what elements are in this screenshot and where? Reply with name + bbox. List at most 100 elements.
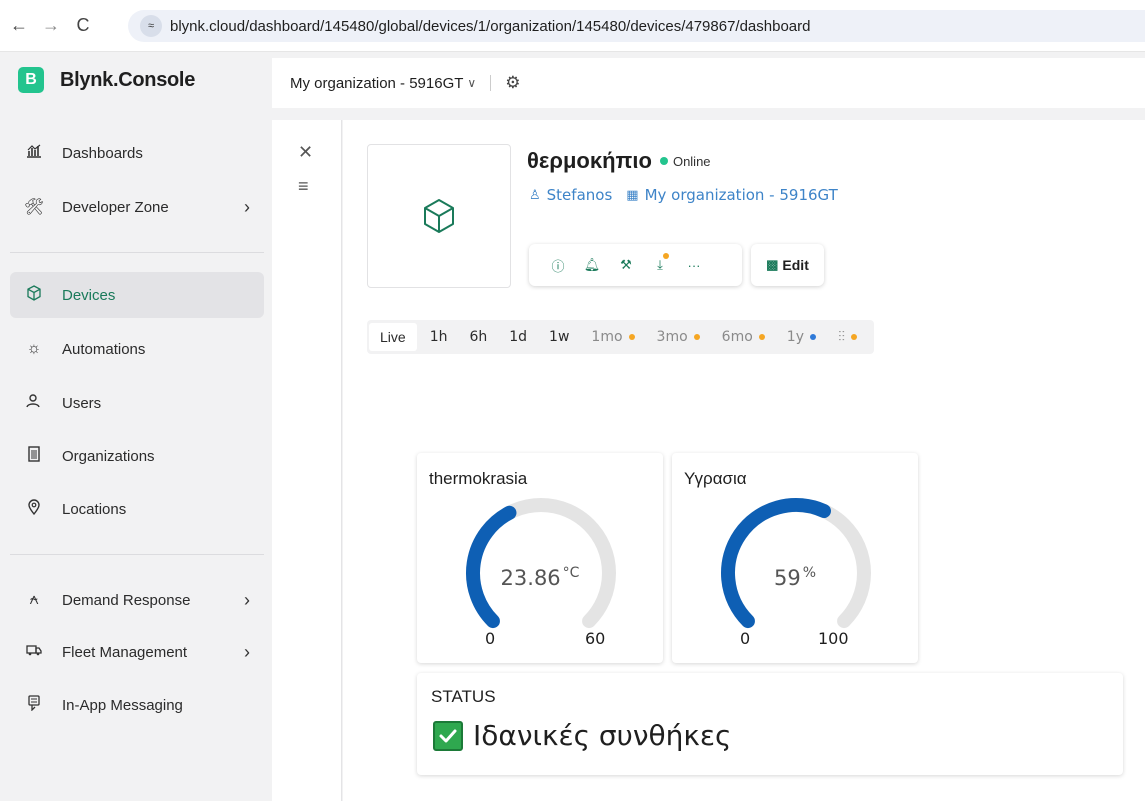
truck-icon [22,643,46,661]
sidebar-item-label: Demand Response [62,591,191,609]
sidebar-item-label: Devices [62,286,116,304]
gauge-widget-humidity[interactable]: Υγρασια 59% 0 100 [672,453,918,663]
range-label: 6mo [721,329,753,345]
chevron-right-icon: › [244,641,250,662]
premium-dot [809,334,816,340]
sidebar-item-users[interactable]: Users [10,380,264,426]
demand-response-icon: ⍲ [29,591,39,608]
sidebar-item-label: In-App Messaging [62,696,183,714]
tools-icon[interactable]: ⚒ [609,257,643,273]
gauge-max: 60 [585,629,606,648]
status-widget[interactable]: STATUS Ιδανικές συνθήκες [417,673,1123,775]
device-status: Online [672,153,711,169]
device-header: θερμοκήπιο Online [527,148,711,174]
sidebar-item-label: Dashboards [62,144,143,162]
sidebar: B Blynk.Console Dashboards 🛠 Developer Z… [0,52,272,801]
dashboard-icon [22,144,46,163]
sidebar-item-automations[interactable]: ☼ Automations [10,326,264,372]
device-meta: ♙ Stefanos ▦ My organization - 5916GT [529,186,838,204]
device-dashboard: θερμοκήπιο Online ♙ Stefanos ▦ My organi… [343,120,1145,801]
time-range-live[interactable]: Live [369,323,417,351]
device-organization[interactable]: My organization - 5916GT [645,186,838,204]
time-range-6mo[interactable]: 6mo [711,323,776,351]
sliders-icon: ⫶⫶ [837,329,845,345]
device-owner[interactable]: Stefanos [547,186,613,204]
time-range-1w[interactable]: 1w [538,323,580,351]
sidebar-item-in-app-messaging[interactable]: In-App Messaging [10,682,264,728]
sidebar-item-label: Organizations [62,447,155,465]
gauge-min: 0 [740,629,751,648]
premium-dot [850,334,857,340]
widget-title: thermokrasia [429,469,528,488]
browser-toolbar: ← → C ≈ blynk.cloud/dashboard/145480/glo… [0,0,1145,52]
sidebar-item-devices[interactable]: Devices [10,272,264,318]
edit-icon: ▩ [766,257,779,272]
header-bar: My organization - 5916GT ∨ ⚙ [272,58,1145,108]
sidebar-item-dashboards[interactable]: Dashboards [10,130,264,176]
building-icon [22,445,46,467]
sidebar-divider [10,554,264,555]
organization-selector[interactable]: My organization - 5916GT ∨ [290,75,476,92]
url-text[interactable]: blynk.cloud/dashboard/145480/global/devi… [170,18,810,35]
arrow-right-icon[interactable]: → [38,13,64,39]
gauge-value: 59% [773,565,817,590]
edit-label: Edit [782,257,809,273]
organization-name: My organization - 5916GT [290,74,464,92]
time-range-3mo[interactable]: 3mo [646,323,711,351]
time-range-1h[interactable]: 1h [419,323,459,351]
download-icon[interactable]: ⤓ [643,253,677,273]
messaging-icon [22,694,46,716]
arrow-left-icon[interactable]: ← [6,13,32,39]
logo-badge: B [18,67,44,93]
gauge-max: 100 [818,629,849,648]
sidebar-item-fleet-management[interactable]: Fleet Management › [10,629,264,675]
close-icon[interactable]: ✕ [298,142,313,163]
gauge-fill [721,498,831,629]
sidebar-item-demand-response[interactable]: ⍲ Demand Response › [10,577,264,623]
gear-icon[interactable]: ⚙ [505,73,520,93]
sidebar-item-locations[interactable]: Locations [10,486,264,532]
widget-title: STATUS [431,687,496,706]
location-icon [22,498,46,520]
users-icon [22,393,46,414]
sidebar-item-label: Fleet Management [62,643,188,661]
sidebar-item-organizations[interactable]: Organizations [10,433,264,479]
range-label: 1mo [591,329,623,345]
time-range-1y[interactable]: 1y [776,323,827,351]
chevron-right-icon: › [244,196,250,217]
sidebar-item-label: Developer Zone [62,198,169,216]
notification-dot [663,253,669,259]
gauge-widget-temperature[interactable]: thermokrasia 23.86 °C 0 60 [417,453,663,663]
edit-button[interactable]: ▩ Edit [751,244,824,286]
sidebar-item-label: Users [62,394,102,412]
logo[interactable]: B Blynk.Console [18,67,195,93]
check-icon [433,720,463,751]
header-divider [490,75,492,91]
range-label: 1y [786,329,804,345]
status-row: Ιδανικές συνθήκες [433,719,731,752]
tune-icon[interactable]: ≈ [140,15,162,37]
time-range-1mo[interactable]: 1mo [580,323,645,351]
menu-icon[interactable]: ≡ [298,176,309,197]
logo-text: Blynk.Console [60,68,196,91]
status-text: Ιδανικές συνθήκες [473,719,732,752]
more-icon[interactable]: ··· [677,258,711,273]
sidebar-item-developer-zone[interactable]: 🛠 Developer Zone › [10,184,264,230]
sidebar-item-label: Locations [62,500,127,518]
gauge-value: 23.86 °C [500,565,580,590]
online-indicator [659,157,668,165]
time-range-6h[interactable]: 6h [458,323,498,351]
device-actions: ⓘ 🔔︎ ⚒ ⤓ ··· [529,244,742,286]
premium-dot [693,334,700,340]
sidebar-item-label: Automations [62,340,146,358]
time-range-1d[interactable]: 1d [498,323,538,351]
address-bar[interactable]: ≈ blynk.cloud/dashboard/145480/global/de… [128,10,1145,42]
info-icon[interactable]: ⓘ [541,256,575,275]
reload-icon[interactable]: C [70,13,96,39]
time-range-selector: Live 1h 6h 1d 1w 1mo 3mo 6mo 1y ⫶⫶ [367,320,874,354]
time-range-custom[interactable]: ⫶⫶ [827,323,868,351]
bell-icon[interactable]: 🔔︎ [575,257,609,273]
premium-dot [628,334,635,340]
range-label: 3mo [656,329,688,345]
premium-dot [758,334,765,340]
